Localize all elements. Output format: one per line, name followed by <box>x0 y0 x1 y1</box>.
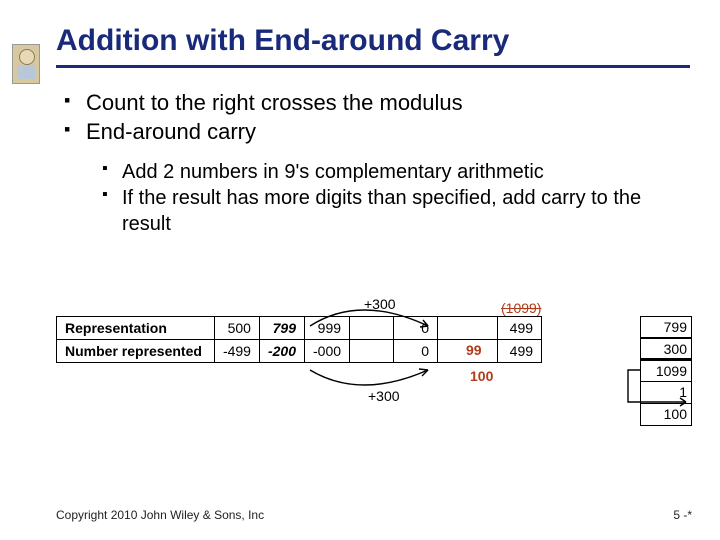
cell: -200 <box>259 340 304 363</box>
wiley-logo <box>12 44 40 84</box>
carry-calculation: 799 300 1099 1 100 <box>640 316 692 426</box>
sub-bullet-1: Add 2 numbers in 9's complementary arith… <box>102 159 690 185</box>
cell: 499 <box>498 340 542 363</box>
bullet-2: End-around carry <box>64 117 690 147</box>
bullet-1: Count to the right crosses the modulus <box>64 88 690 118</box>
arrow-top-curve <box>310 304 440 334</box>
sub-bullet-2: If the result has more digits than speci… <box>102 185 690 237</box>
calc-addend-a: 799 <box>640 316 692 338</box>
page-number: 5 -* <box>673 508 692 522</box>
annotation-99: 99 <box>466 342 482 358</box>
row1-header: Representation <box>57 317 215 340</box>
cell: 0 <box>394 340 438 363</box>
title-underline <box>56 65 690 68</box>
table-row: Representation 500 799 999 0 499 <box>57 317 542 340</box>
table-area: +300 (1099) Representation 500 799 999 0… <box>56 316 690 363</box>
cell: 799 <box>259 317 304 340</box>
row2-header: Number represented <box>57 340 215 363</box>
annotation-100: 100 <box>470 368 493 384</box>
sub-bullets: Add 2 numbers in 9's complementary arith… <box>102 159 690 237</box>
plus300-bottom-label: +300 <box>368 388 400 404</box>
slide-title: Addition with End-around Carry <box>56 24 690 59</box>
cell: 500 <box>214 317 259 340</box>
copyright-text: Copyright 2010 John Wiley & Sons, Inc <box>56 508 264 522</box>
slide: Addition with End-around Carry Count to … <box>0 0 720 540</box>
cell: -000 <box>305 340 350 363</box>
calc-addend-b: 300 <box>640 338 692 360</box>
crossed-1099: (1099) <box>501 300 541 316</box>
cell: -499 <box>214 340 259 363</box>
cell: 499 <box>498 317 542 340</box>
main-bullets: Count to the right crosses the modulus E… <box>64 88 690 147</box>
carry-arrow-icon <box>628 362 700 412</box>
cell <box>350 340 394 363</box>
cell <box>438 317 498 340</box>
